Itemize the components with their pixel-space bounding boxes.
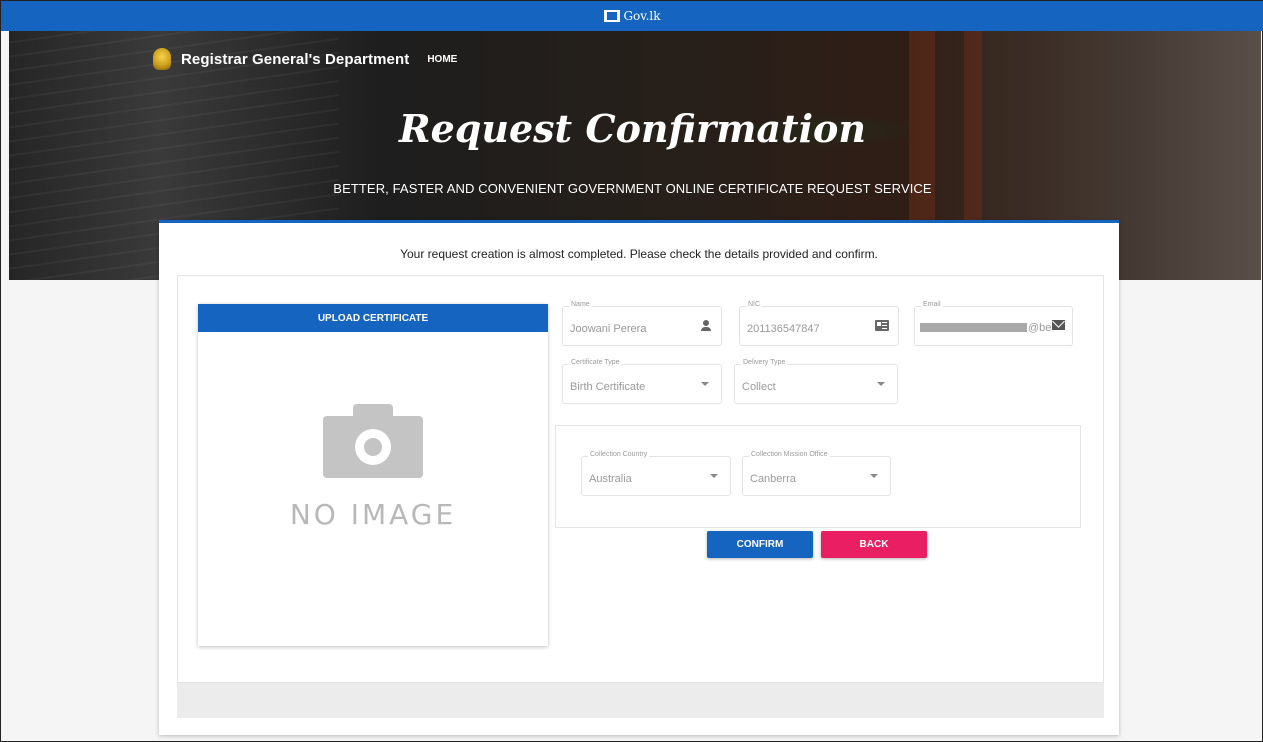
delivery-type-label: Delivery Type xyxy=(741,359,788,366)
email-redacted xyxy=(920,323,1027,332)
nic-label: NIC xyxy=(746,301,763,308)
certificate-type-value: Birth Certificate xyxy=(570,381,646,393)
request-details-panel: UPLOAD CERTIFICATE NO IMAGE Name Joowani… xyxy=(177,275,1104,683)
nic-field[interactable]: NIC 201136547847 xyxy=(739,301,899,346)
id-card-icon xyxy=(875,320,889,331)
gov-lk-logo-icon xyxy=(604,10,621,22)
chevron-down-icon xyxy=(877,382,885,386)
delivery-type-value: Collect xyxy=(742,381,776,393)
name-value: Joowani Perera xyxy=(570,323,647,335)
page-subtitle: BETTER, FASTER AND CONVENIENT GOVERNMENT… xyxy=(333,181,932,196)
upload-certificate-button[interactable]: UPLOAD CERTIFICATE xyxy=(198,304,548,332)
collection-country-select[interactable]: Collection Country Australia xyxy=(581,451,731,496)
delivery-type-select[interactable]: Delivery Type Collect xyxy=(734,359,898,404)
email-field[interactable]: Email @be xyxy=(914,301,1073,346)
collection-office-select[interactable]: Collection Mission Office Canberra xyxy=(742,451,891,496)
back-button[interactable]: BACK xyxy=(821,531,927,558)
card-footer xyxy=(177,683,1104,718)
collection-details-box: Collection Country Australia Collection … xyxy=(555,425,1081,528)
no-image-placeholder: NO IMAGE xyxy=(198,404,548,531)
email-value-suffix: @be xyxy=(1028,322,1052,334)
gov-topbar: Gov.lk xyxy=(1,1,1263,31)
site-brand: Registrar General's Department HOME xyxy=(153,48,457,70)
chevron-down-icon xyxy=(701,382,709,386)
collection-office-value: Canberra xyxy=(750,473,796,485)
collection-country-label: Collection Country xyxy=(588,451,650,458)
chevron-down-icon xyxy=(870,474,878,478)
page-title: Request Confirmation xyxy=(399,106,866,151)
no-image-text: NO IMAGE xyxy=(289,498,457,531)
nav-home-link[interactable]: HOME xyxy=(427,54,457,65)
gov-lk-logo-text[interactable]: Gov.lk xyxy=(623,9,660,23)
national-emblem-icon xyxy=(153,48,171,70)
intro-message: Your request creation is almost complete… xyxy=(400,247,878,261)
certificate-type-label: Certificate Type xyxy=(569,359,622,366)
email-label: Email xyxy=(921,301,943,308)
name-label: Name xyxy=(569,301,592,308)
upload-panel: UPLOAD CERTIFICATE NO IMAGE xyxy=(198,304,548,646)
confirm-button[interactable]: CONFIRM xyxy=(707,531,813,558)
mail-icon xyxy=(1052,320,1065,330)
certificate-type-select[interactable]: Certificate Type Birth Certificate xyxy=(562,359,722,404)
person-icon xyxy=(700,320,712,332)
confirmation-card: Your request creation is almost complete… xyxy=(159,220,1119,735)
nic-value: 201136547847 xyxy=(747,323,820,335)
collection-country-value: Australia xyxy=(589,473,632,485)
camera-icon xyxy=(323,404,423,478)
collection-office-label: Collection Mission Office xyxy=(749,451,830,458)
brand-name[interactable]: Registrar General's Department xyxy=(181,51,409,68)
name-field[interactable]: Name Joowani Perera xyxy=(562,301,722,346)
chevron-down-icon xyxy=(710,474,718,478)
